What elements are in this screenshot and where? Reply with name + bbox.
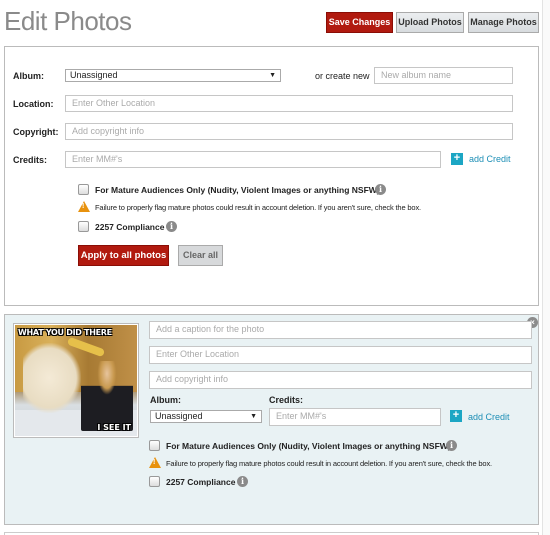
album-select[interactable]: Unassigned ▼ bbox=[65, 69, 281, 82]
photo-mature-checkbox[interactable] bbox=[149, 440, 160, 451]
warning-icon: ! bbox=[78, 201, 90, 212]
bulk-edit-panel: Album: Unassigned ▼ or create new New al… bbox=[4, 46, 539, 306]
caption-input[interactable]: Add a caption for the photo bbox=[149, 321, 532, 339]
meme-top-text: WHAT YOU DID THERE bbox=[18, 328, 112, 337]
info-icon[interactable]: i bbox=[237, 476, 248, 487]
chevron-down-icon: ▼ bbox=[269, 72, 276, 79]
album-select-value: Unassigned bbox=[70, 70, 118, 80]
warning-text: Failure to properly flag mature photos c… bbox=[95, 203, 421, 212]
chevron-down-icon: ▼ bbox=[250, 413, 257, 420]
mature-checkbox[interactable] bbox=[78, 184, 89, 195]
photo-album-select-value: Unassigned bbox=[155, 411, 203, 421]
mature-label: For Mature Audiences Only (Nudity, Viole… bbox=[95, 185, 380, 195]
copyright-label: Copyright: bbox=[13, 127, 59, 137]
manage-photos-button[interactable]: Manage Photos bbox=[468, 12, 539, 33]
vertical-scrollbar[interactable] bbox=[542, 0, 550, 535]
page-title: Edit Photos bbox=[4, 6, 132, 36]
info-icon[interactable]: i bbox=[375, 184, 386, 195]
plus-icon[interactable]: + bbox=[450, 410, 462, 422]
compliance-label: 2257 Compliance bbox=[95, 222, 165, 232]
photo-add-credit-link[interactable]: add Credit bbox=[468, 412, 510, 422]
compliance-checkbox[interactable] bbox=[78, 221, 89, 232]
photo-mature-label: For Mature Audiences Only (Nudity, Viole… bbox=[166, 441, 451, 451]
upload-photos-button[interactable]: Upload Photos bbox=[396, 12, 464, 33]
photo-warning-text: Failure to properly flag mature photos c… bbox=[166, 459, 492, 468]
photo-thumbnail[interactable]: WHAT YOU DID THERE I SEE IT bbox=[13, 323, 139, 438]
add-credit-link[interactable]: add Credit bbox=[469, 154, 511, 164]
photo-album-label: Album: bbox=[150, 395, 181, 405]
warning-icon: ! bbox=[149, 457, 161, 468]
photo-compliance-label: 2257 Compliance bbox=[166, 477, 236, 487]
credits-label: Credits: bbox=[13, 155, 48, 165]
apply-to-all-button[interactable]: Apply to all photos bbox=[78, 245, 169, 266]
save-changes-button[interactable]: Save Changes bbox=[326, 12, 393, 33]
new-album-input[interactable]: New album name bbox=[374, 67, 513, 84]
info-icon[interactable]: i bbox=[446, 440, 457, 451]
photo-credits-label: Credits: bbox=[269, 395, 304, 405]
copyright-input[interactable]: Add copyright info bbox=[65, 123, 513, 140]
photo-edit-panel: WHAT YOU DID THERE I SEE IT × Add a capt… bbox=[4, 314, 539, 525]
photo-compliance-checkbox[interactable] bbox=[149, 476, 160, 487]
meme-bottom-text: I SEE IT bbox=[97, 423, 131, 432]
photo-image: WHAT YOU DID THERE I SEE IT bbox=[15, 325, 137, 436]
create-new-label: or create new bbox=[315, 71, 370, 81]
photo-copyright-input[interactable]: Add copyright info bbox=[149, 371, 532, 389]
clear-all-button[interactable]: Clear all bbox=[178, 245, 223, 266]
photo-album-select[interactable]: Unassigned ▼ bbox=[150, 410, 262, 423]
info-icon[interactable]: i bbox=[166, 221, 177, 232]
plus-icon[interactable]: + bbox=[451, 153, 463, 165]
photo-location-input[interactable]: Enter Other Location bbox=[149, 346, 532, 364]
location-input[interactable]: Enter Other Location bbox=[65, 95, 513, 112]
photo-credits-input[interactable]: Enter MM#'s bbox=[269, 408, 441, 426]
credits-input[interactable]: Enter MM#'s bbox=[65, 151, 441, 168]
location-label: Location: bbox=[13, 99, 54, 109]
album-label: Album: bbox=[13, 71, 44, 81]
